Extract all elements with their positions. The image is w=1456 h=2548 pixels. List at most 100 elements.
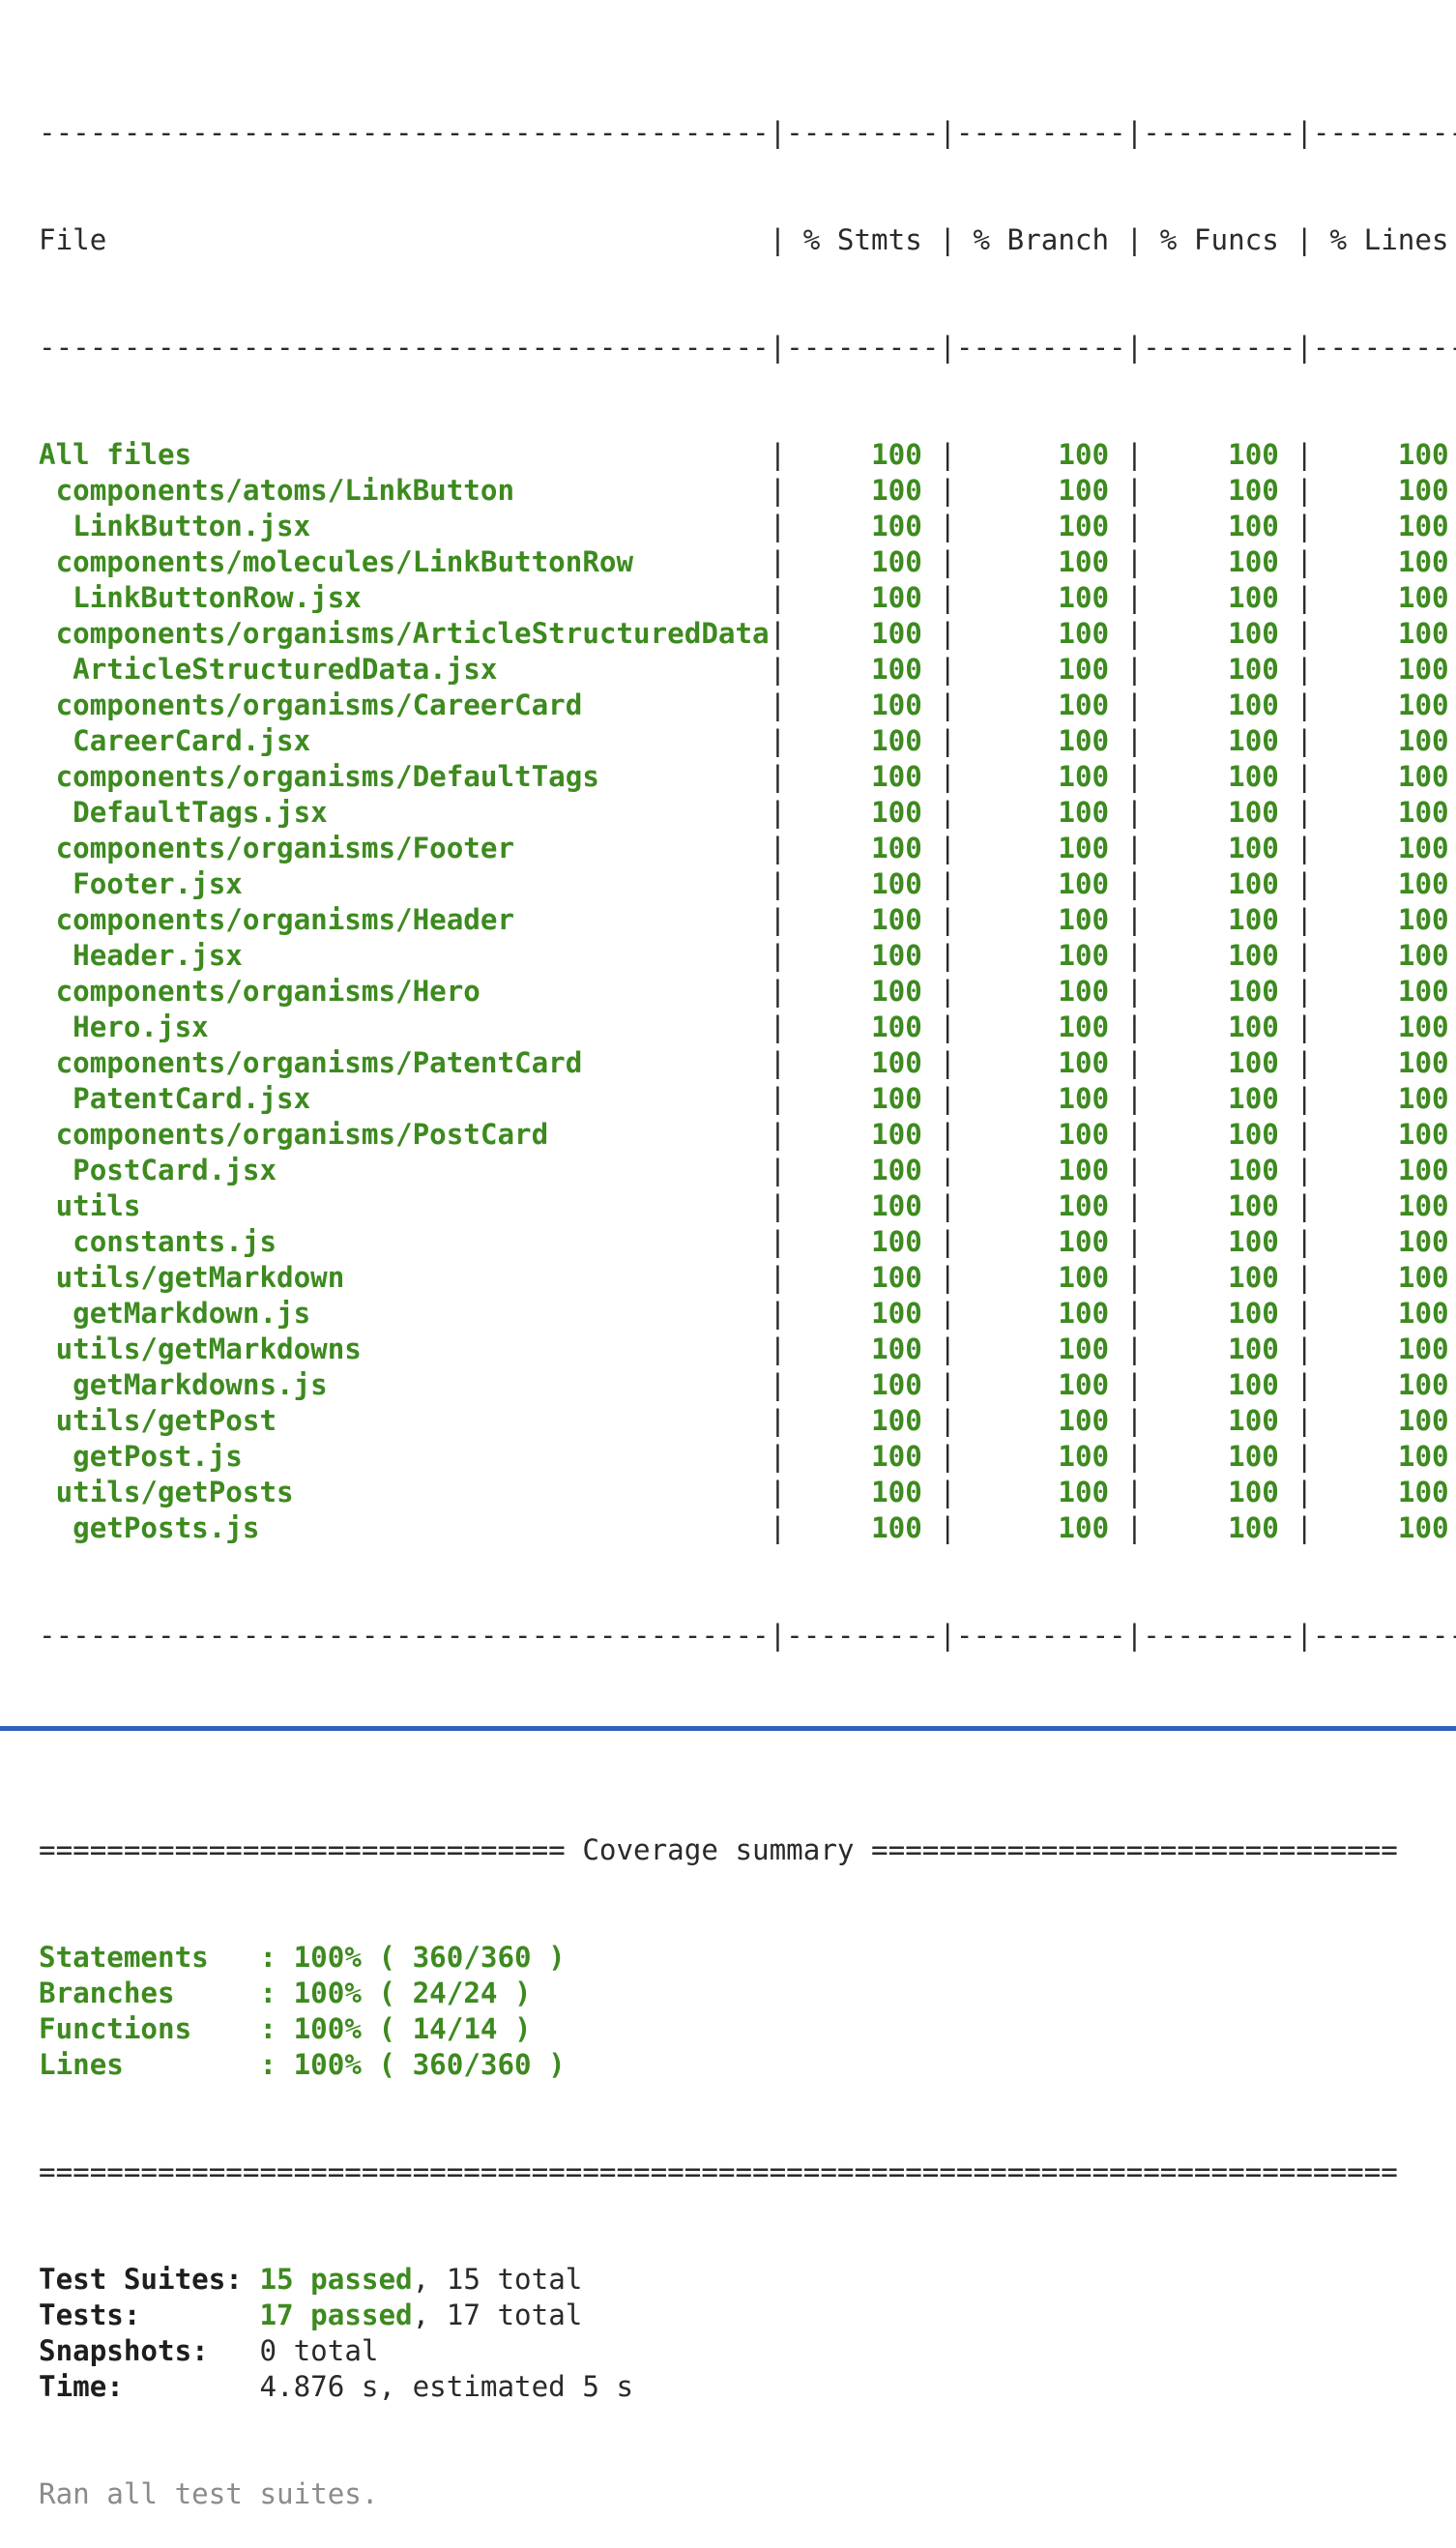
column-separator: |: [921, 939, 956, 972]
file-name-cell: utils/getMarkdown: [39, 1261, 770, 1294]
column-separator: |: [1109, 1511, 1144, 1544]
summary-item: Lines : 100% ( 360/360 ): [39, 2047, 1456, 2083]
column-separator: |: [769, 1118, 787, 1151]
column-separator: |: [769, 903, 787, 936]
column-separator: |: [769, 1010, 787, 1043]
column-separator: |: [921, 1154, 956, 1186]
branch-cell: 100: [955, 1154, 1110, 1186]
table-row: Header.jsx | 100 | 100 | 100 | 100 |: [39, 938, 1456, 974]
stmts-cell: 100: [786, 975, 922, 1008]
summary-item: Statements : 100% ( 360/360 ): [39, 1940, 1456, 1976]
funcs-cell: 100: [1143, 1225, 1279, 1258]
column-separator: |: [921, 545, 956, 578]
column-separator: |: [769, 1297, 787, 1330]
column-separator: |: [769, 510, 787, 542]
stmts-cell: 100: [786, 867, 922, 900]
funcs-cell: 100: [1143, 545, 1279, 578]
column-separator: |: [1449, 1189, 1456, 1222]
column-separator: |: [921, 617, 956, 650]
stmts-cell: 100: [786, 1261, 922, 1294]
funcs-cell: 100: [1143, 1368, 1279, 1401]
stmts-cell: 100: [786, 1333, 922, 1365]
file-name-cell: components/organisms/PatentCard: [39, 1046, 770, 1079]
branch-cell: 100: [955, 545, 1110, 578]
column-separator: |: [1278, 796, 1314, 829]
lines-cell: 100: [1313, 1333, 1449, 1365]
column-separator: |: [1278, 1082, 1314, 1115]
stmts-cell: 100: [786, 688, 922, 721]
file-name-cell: PatentCard.jsx: [39, 1082, 770, 1115]
table-row: components/organisms/CareerCard | 100 | …: [39, 688, 1456, 723]
file-name-cell: Footer.jsx: [39, 867, 770, 900]
branch-cell: 100: [955, 474, 1110, 507]
column-separator: |: [1278, 1189, 1314, 1222]
column-separator: |: [1278, 1118, 1314, 1151]
column-separator: |: [1449, 474, 1456, 507]
snapshots-line: Snapshots: 0 total: [39, 2333, 1456, 2369]
column-separator: |: [1449, 1476, 1456, 1508]
lines-cell: 100: [1313, 1189, 1449, 1222]
column-separator: |: [769, 1368, 787, 1401]
column-separator: |: [1449, 903, 1456, 936]
branch-cell: 100: [955, 867, 1110, 900]
branch-cell: 100: [955, 1189, 1110, 1222]
summary-value: : 100% ( 360/360 ): [259, 2048, 566, 2081]
table-row: components/atoms/LinkButton | 100 | 100 …: [39, 473, 1456, 509]
column-separator: |: [769, 1476, 787, 1508]
column-separator: |: [921, 1261, 956, 1294]
table-row: DefaultTags.jsx | 100 | 100 | 100 | 100 …: [39, 795, 1456, 831]
coverage-table-body: All files | 100 | 100 | 100 | 100 | comp…: [39, 437, 1456, 1546]
table-row: components/organisms/Header | 100 | 100 …: [39, 902, 1456, 938]
column-separator: |: [1449, 1118, 1456, 1151]
test-suites-passed: 15 passed: [259, 2263, 413, 2296]
table-row: PostCard.jsx | 100 | 100 | 100 | 100 |: [39, 1153, 1456, 1188]
table-row: ArticleStructuredData.jsx | 100 | 100 | …: [39, 652, 1456, 688]
branch-cell: 100: [955, 724, 1110, 757]
file-name-cell: ArticleStructuredData.jsx: [39, 653, 770, 686]
column-separator: |: [769, 832, 787, 864]
file-name-cell: utils/getMarkdowns: [39, 1333, 770, 1365]
column-separator: |: [921, 1404, 956, 1437]
column-separator: |: [1449, 1154, 1456, 1186]
branch-cell: 100: [955, 510, 1110, 542]
funcs-cell: 100: [1143, 796, 1279, 829]
column-separator: |: [921, 1297, 956, 1330]
column-separator: |: [1109, 1225, 1144, 1258]
column-separator: |: [769, 545, 787, 578]
file-name-cell: LinkButton.jsx: [39, 510, 770, 542]
table-row: components/organisms/DefaultTags | 100 |…: [39, 759, 1456, 795]
column-separator: |: [1278, 1010, 1314, 1043]
stmts-cell: 100: [786, 796, 922, 829]
summary-value: : 100% ( 360/360 ): [259, 1941, 566, 1974]
file-name-cell: components/organisms/ArticleStructuredDa…: [39, 617, 770, 650]
file-name-cell: DefaultTags.jsx: [39, 796, 770, 829]
column-separator: |: [921, 724, 956, 757]
column-separator: |: [1449, 438, 1456, 471]
lines-cell: 100: [1313, 1404, 1449, 1437]
column-separator: |: [1449, 1225, 1456, 1258]
table-row: All files | 100 | 100 | 100 | 100 |: [39, 437, 1456, 473]
funcs-cell: 100: [1143, 1154, 1279, 1186]
column-separator: |: [1449, 545, 1456, 578]
branch-cell: 100: [955, 832, 1110, 864]
column-separator: |: [769, 1440, 787, 1473]
file-name-cell: components/organisms/Header: [39, 903, 770, 936]
funcs-cell: 100: [1143, 1476, 1279, 1508]
column-separator: |: [769, 617, 787, 650]
column-separator: |: [769, 1261, 787, 1294]
column-separator: |: [1278, 1368, 1314, 1401]
column-separator: |: [921, 1511, 956, 1544]
column-separator: |: [921, 832, 956, 864]
branch-cell: 100: [955, 903, 1110, 936]
branch-cell: 100: [955, 581, 1110, 614]
column-separator: |: [1449, 1404, 1456, 1437]
column-separator: |: [769, 688, 787, 721]
column-separator: |: [1109, 688, 1144, 721]
column-separator: |: [921, 1333, 956, 1365]
table-row: utils/getPost | 100 | 100 | 100 | 100 |: [39, 1403, 1456, 1439]
file-name-cell: getPost.js: [39, 1440, 770, 1473]
branch-cell: 100: [955, 1440, 1110, 1473]
column-separator: |: [1449, 1261, 1456, 1294]
funcs-cell: 100: [1143, 975, 1279, 1008]
funcs-cell: 100: [1143, 867, 1279, 900]
